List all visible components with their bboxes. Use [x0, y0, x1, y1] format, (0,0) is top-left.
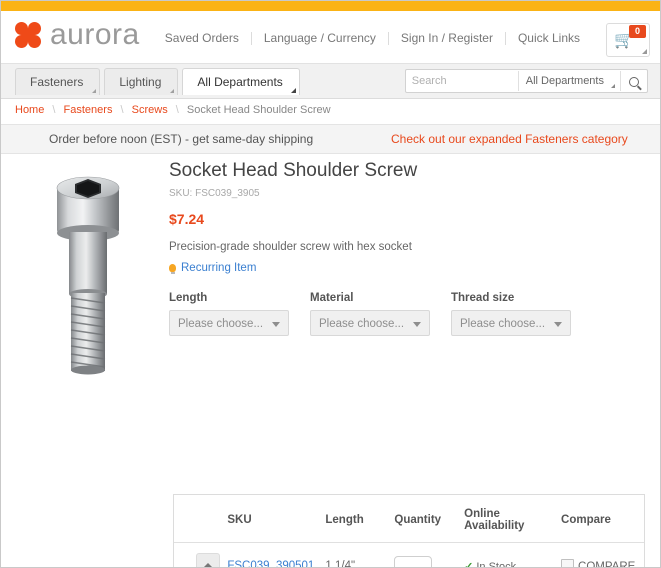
option-label-material: Material: [310, 292, 354, 304]
product-detail-main: Socket Head Shoulder Screw SKU: FSC039_3…: [1, 154, 660, 568]
socket-head-shoulder-screw-photo[interactable]: [19, 164, 169, 389]
dropdown-corner-icon: [92, 89, 97, 93]
tab-lighting[interactable]: Lighting: [104, 68, 179, 95]
chevron-down-icon: [272, 322, 280, 327]
utility-nav: Saved Orders Language / Currency Sign In…: [153, 31, 598, 45]
table-header-row: SKU Length Quantity Online Availability …: [174, 495, 644, 543]
promo-category-link[interactable]: Check out our expanded Fasteners categor…: [391, 132, 628, 146]
column-header-sku: SKU: [227, 495, 326, 543]
search-submit-button[interactable]: [620, 71, 647, 91]
option-group-length: Length Please choose...: [169, 292, 289, 336]
chevron-down-icon: [554, 322, 562, 327]
dropdown-corner-icon: [290, 88, 296, 93]
variant-sku-link[interactable]: FSC039_390501: [227, 560, 314, 567]
availability-status: ✓ In Stock: [464, 561, 516, 568]
search-icon: [629, 76, 639, 87]
product-options: Length Please choose... Material Please …: [169, 292, 650, 336]
site-header: aurora Saved Orders Language / Currency …: [1, 11, 660, 64]
logo-text: aurora: [50, 18, 140, 51]
tab-label: Lighting: [119, 75, 162, 89]
nav-saved-orders[interactable]: Saved Orders: [153, 31, 251, 45]
dropdown-corner-icon: [611, 84, 615, 88]
tab-label: Fasteners: [30, 75, 84, 89]
tab-label: All Departments: [197, 75, 283, 89]
column-header-availability: Online Availability: [464, 495, 562, 543]
search-input[interactable]: [405, 71, 518, 91]
cart-count-badge: 0: [629, 25, 646, 38]
length-select-value: Please choose...: [178, 318, 264, 330]
nav-quick-links[interactable]: Quick Links: [506, 31, 598, 45]
breadcrumb-item-home[interactable]: Home: [15, 104, 44, 116]
top-accent-bar: [1, 1, 660, 11]
breadcrumb: Home \ Fasteners \ Screws \ Socket Head …: [1, 99, 660, 124]
page-root: aurora Saved Orders Language / Currency …: [0, 0, 661, 568]
product-info-panel: Socket Head Shoulder Screw SKU: FSC039_3…: [169, 160, 650, 336]
department-nav-bar: Fasteners Lighting All Departments All D…: [1, 64, 660, 99]
column-header-quantity: Quantity: [394, 495, 465, 543]
length-select[interactable]: Please choose...: [169, 310, 289, 336]
product-price: $7.24: [169, 211, 205, 227]
compare-checkbox[interactable]: [561, 559, 575, 567]
option-label-length: Length: [169, 292, 208, 304]
department-tabs: Fasteners Lighting All Departments: [15, 68, 300, 95]
check-icon: ✓: [464, 560, 474, 568]
material-select-value: Please choose...: [319, 318, 405, 330]
lightbulb-icon: [169, 264, 176, 274]
quantity-input[interactable]: [394, 556, 433, 567]
promo-banner: Order before noon (EST) - get same-day s…: [1, 124, 660, 154]
table-row: FSC039_390501 1 1/4" ✓ In Stock COMPARE: [174, 542, 644, 568]
product-description: Precision-grade shoulder screw with hex …: [169, 241, 412, 253]
tab-fasteners[interactable]: Fasteners: [15, 68, 101, 95]
cart-button[interactable]: 🛒 0: [606, 23, 650, 57]
variants-table-container: SKU Length Quantity Online Availability …: [173, 494, 645, 568]
page-title: Socket Head Shoulder Screw: [169, 160, 418, 181]
variants-table: SKU Length Quantity Online Availability …: [174, 495, 644, 568]
option-group-material: Material Please choose...: [310, 292, 430, 336]
variant-length: 1 1/4": [325, 542, 395, 567]
site-logo[interactable]: aurora: [15, 18, 140, 52]
material-select[interactable]: Please choose...: [310, 310, 430, 336]
nav-sign-in-register[interactable]: Sign In / Register: [389, 31, 505, 45]
thread-size-select[interactable]: Please choose...: [451, 310, 571, 336]
product-sku: SKU: FSC039_3905: [169, 188, 260, 199]
breadcrumb-item-screws[interactable]: Screws: [132, 104, 168, 116]
compare-label: COMPARE: [578, 561, 636, 568]
option-label-thread-size: Thread size: [451, 292, 515, 304]
column-header-compare: Compare: [561, 495, 644, 543]
dropdown-corner-icon: [170, 89, 175, 93]
clover-logo-icon: [15, 22, 41, 48]
search-bar: All Departments: [404, 69, 648, 93]
promo-message: Order before noon (EST) - get same-day s…: [49, 132, 314, 146]
search-department-select[interactable]: All Departments: [517, 71, 620, 91]
availability-label: In Stock: [476, 560, 517, 568]
recurring-item-label: Recurring Item: [181, 262, 257, 274]
recurring-item-link[interactable]: Recurring Item: [169, 262, 650, 274]
breadcrumb-current-page: Socket Head Shoulder Screw: [186, 104, 331, 116]
breadcrumb-separator: \: [175, 104, 179, 116]
chevron-down-icon: [413, 322, 421, 327]
breadcrumb-separator: \: [52, 104, 56, 116]
row-collapse-button[interactable]: [196, 553, 220, 567]
tab-all-departments[interactable]: All Departments: [182, 68, 300, 95]
breadcrumb-item-fasteners[interactable]: Fasteners: [64, 104, 113, 116]
search-department-value: All Departments: [525, 75, 604, 87]
column-header-toggle: [174, 495, 228, 543]
column-header-length: Length: [325, 495, 395, 543]
dropdown-corner-icon: [642, 49, 647, 54]
breadcrumb-separator: \: [120, 104, 124, 116]
option-group-thread-size: Thread size Please choose...: [451, 292, 571, 336]
thread-size-select-value: Please choose...: [460, 318, 546, 330]
nav-language-currency[interactable]: Language / Currency: [252, 31, 388, 45]
